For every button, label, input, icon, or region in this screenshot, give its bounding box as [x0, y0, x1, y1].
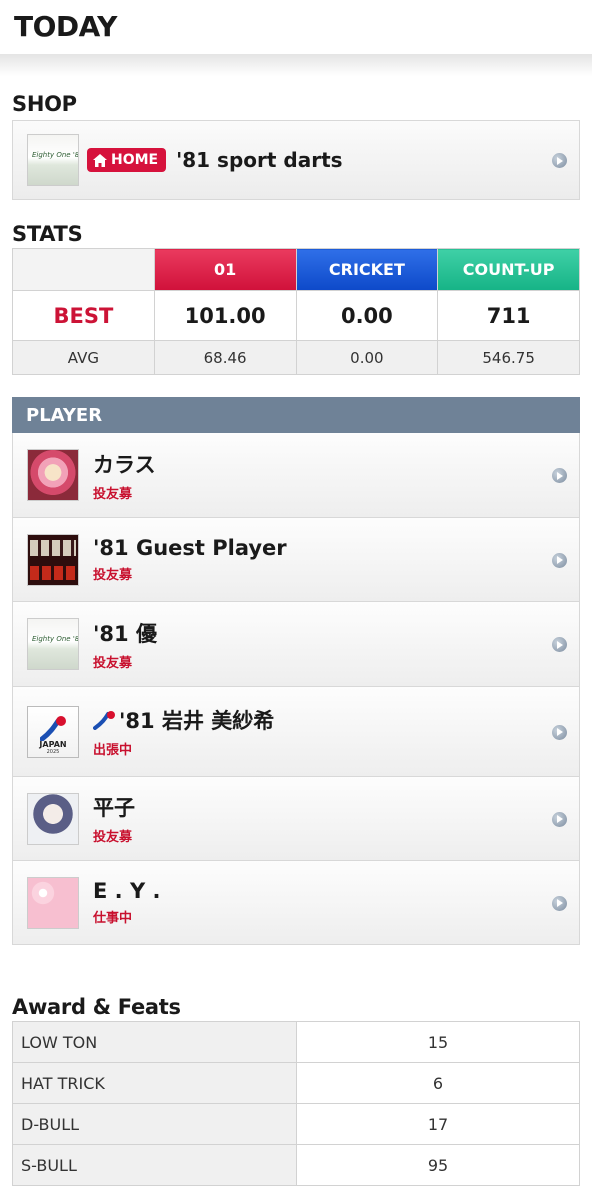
player-row[interactable]: カラス 投友募 [13, 433, 579, 518]
shop-name: '81 sport darts [176, 148, 343, 172]
shop-card[interactable]: Eighty One '81 HOME '81 sport darts [12, 120, 580, 200]
chevron-right-icon [552, 724, 567, 740]
home-badge-label: HOME [111, 152, 159, 168]
award-label: HAT TRICK [12, 1062, 297, 1104]
header-shadow [0, 54, 592, 76]
avg-01-value: 68.46 [153, 340, 297, 375]
player-name: '81 優 [93, 621, 157, 646]
stats-section-title: STATS [12, 222, 83, 246]
page-title: TODAY [14, 10, 117, 43]
avg-countup-value: 546.75 [437, 340, 580, 375]
player-name: '81 Guest Player [93, 536, 287, 560]
award-label: D-BULL [12, 1103, 297, 1145]
chevron-right-icon [552, 895, 567, 911]
stats-col-cricket: CRICKET [295, 248, 439, 291]
stats-col-countup: COUNT-UP [437, 248, 580, 291]
player-row[interactable]: JAPAN 2025 '81 岩井 美紗希 出張中 [13, 687, 579, 777]
chevron-right-icon [552, 468, 567, 483]
player-name: '81 岩井 美紗希 [119, 709, 275, 733]
award-value: 17 [296, 1103, 580, 1145]
player-status: 投友募 [93, 655, 133, 671]
player-status: 投友募 [93, 568, 133, 583]
award-value: 6 [296, 1062, 580, 1104]
avatar [27, 449, 79, 501]
shop-thumbnail: Eighty One '81 [27, 134, 79, 186]
avg-label: AVG [12, 340, 155, 375]
shop-logo-text: Eighty One '81 [32, 635, 79, 643]
player-name: カラス [93, 452, 156, 477]
award-label: LOW TON [12, 1021, 297, 1063]
player-status: 投友募 [93, 830, 133, 845]
stats-header-row: 01 CRICKET COUNT-UP [12, 248, 580, 291]
shop-section-title: SHOP [12, 92, 77, 116]
award-table: LOW TON 15 HAT TRICK 6 D-BULL 17 S-BULL … [12, 1021, 580, 1186]
best-01-value: 101.00 [153, 290, 297, 341]
player-name-row: '81 岩井 美紗希 [93, 705, 274, 735]
player-status: 投友募 [93, 486, 133, 502]
top-header: TODAY [0, 0, 592, 54]
award-row: LOW TON 15 [12, 1021, 580, 1063]
stats-col-01: 01 [153, 248, 297, 291]
japan-mark-icon [93, 711, 115, 730]
award-section-title: Award & Feats [12, 995, 181, 1019]
stats-corner-cell [12, 248, 155, 291]
chevron-right-icon [552, 811, 567, 827]
chevron-right-icon [552, 637, 567, 652]
stats-table: 01 CRICKET COUNT-UP BEST 101.00 0.00 711… [12, 248, 580, 375]
award-value: 95 [296, 1144, 580, 1186]
player-row[interactable]: Eighty One '81 '81 優 投友募 [13, 602, 579, 687]
home-icon [93, 153, 107, 167]
japan-logo-icon [40, 715, 66, 741]
player-status: 仕事中 [93, 911, 133, 926]
award-row: S-BULL 95 [12, 1144, 580, 1186]
best-cricket-value: 0.00 [295, 290, 439, 341]
player-list: カラス 投友募 '81 Guest Player 投友募 Eighty One … [12, 433, 580, 945]
shop-logo-text: Eighty One '81 [32, 151, 79, 159]
award-row: HAT TRICK 6 [12, 1062, 580, 1104]
japan-logo-year: 2025 [46, 748, 60, 755]
chevron-right-icon [552, 153, 567, 168]
player-row[interactable]: E . Y . 仕事中 [13, 861, 579, 945]
avatar [27, 792, 79, 845]
player-section-header: PLAYER [12, 397, 580, 433]
player-row[interactable]: '81 Guest Player 投友募 [13, 518, 579, 602]
player-status: 出張中 [93, 743, 133, 758]
player-name: E . Y . [93, 879, 161, 903]
stats-best-row: BEST 101.00 0.00 711 [12, 290, 580, 341]
avatar [27, 876, 79, 929]
avatar: Eighty One '81 [27, 618, 79, 670]
stats-avg-row: AVG 68.46 0.00 546.75 [12, 340, 580, 375]
home-badge: HOME [87, 148, 167, 172]
award-label: S-BULL [12, 1144, 297, 1186]
award-row: D-BULL 17 [12, 1103, 580, 1145]
japan-logo-text: JAPAN [39, 739, 67, 749]
player-name: 平子 [93, 796, 135, 820]
best-countup-value: 711 [437, 290, 580, 341]
avatar [27, 533, 79, 586]
player-row[interactable]: 平子 投友募 [13, 777, 579, 861]
avg-cricket-value: 0.00 [295, 340, 439, 375]
best-label: BEST [12, 290, 155, 341]
award-value: 15 [296, 1021, 580, 1063]
chevron-right-icon [552, 552, 567, 568]
avatar: JAPAN 2025 [27, 705, 79, 758]
